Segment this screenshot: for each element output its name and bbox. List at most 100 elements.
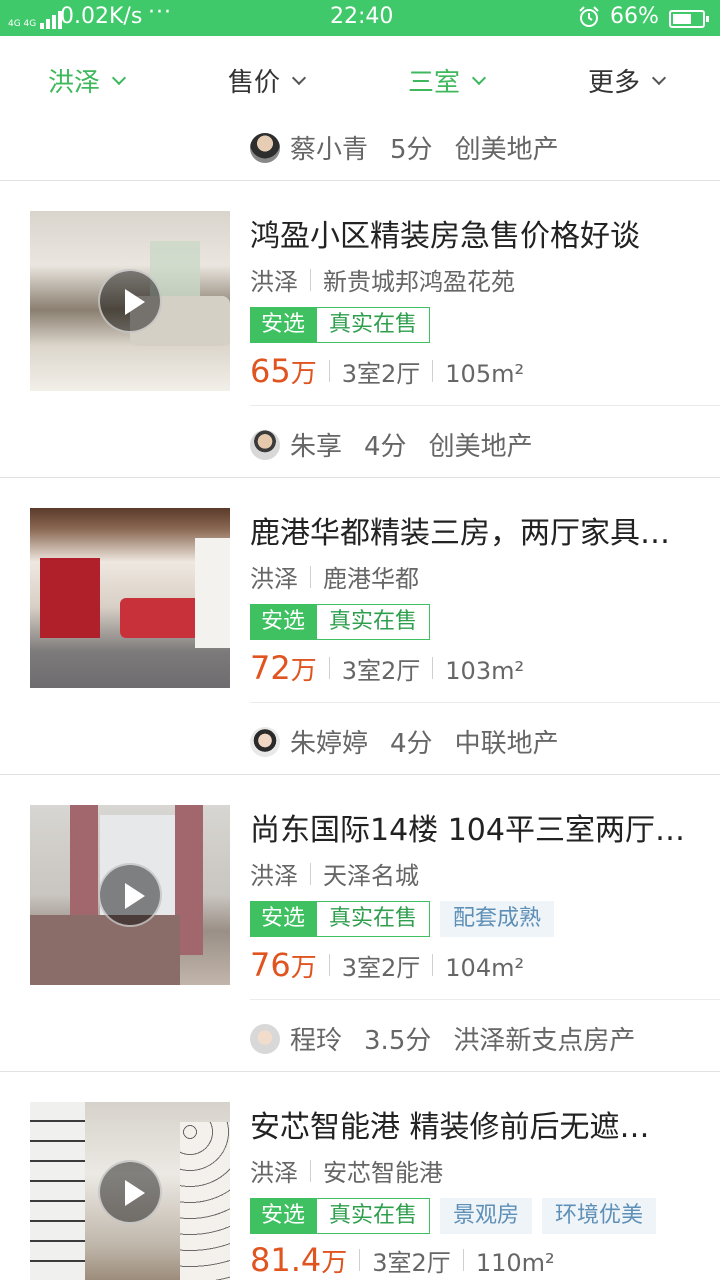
clock: 22:40 [330, 4, 394, 29]
agent-score: 3.5分 [364, 1026, 432, 1056]
listing-area: 110m² [475, 1249, 555, 1277]
listing-location: 洪泽 天泽名城 [250, 856, 419, 891]
listing-location: 洪泽 鹿港华都 [250, 559, 419, 594]
listing-photo[interactable] [30, 1102, 230, 1280]
chevron-down-icon [111, 70, 127, 85]
price-unit: 万 [290, 656, 317, 686]
status-bar: 4G 4G 0.02K/s ··· 22:40 66% [0, 0, 720, 36]
listing-district: 洪泽 [250, 862, 298, 890]
filter-rooms[interactable]: 三室 [408, 62, 487, 99]
listing-district: 洪泽 [250, 565, 298, 593]
avatar [250, 1023, 280, 1054]
price-unit: 万 [321, 1248, 348, 1278]
filter-price[interactable]: 售价 [228, 62, 307, 99]
avatar [250, 726, 280, 757]
listing-price: 76 [250, 946, 291, 984]
agent-company: 创美地产 [454, 135, 559, 165]
listing-community: 天泽名城 [323, 862, 419, 890]
listing-tags: 安选 真实在售 景观房 环境优美 [250, 1198, 657, 1234]
divider [0, 1071, 720, 1072]
agent-row[interactable]: 蔡小青 5分 创美地产 [250, 129, 559, 166]
tag-real-sale: 真实在售 [316, 604, 431, 640]
chevron-down-icon [291, 70, 307, 85]
battery-icon [669, 10, 709, 28]
listing-location: 洪泽 新贵城邦鸿盈花苑 [250, 262, 515, 297]
listing-layout: 3室2厅 [341, 360, 421, 388]
filter-district[interactable]: 洪泽 [48, 62, 127, 99]
play-video-icon[interactable] [98, 269, 162, 333]
agent-name: 朱婷婷 [290, 729, 369, 759]
filter-more[interactable]: 更多 [588, 62, 667, 99]
price-unit: 万 [290, 953, 317, 983]
listing-community: 安芯智能港 [323, 1159, 443, 1187]
listing-area: 104m² [445, 954, 525, 982]
listing-layout: 3室2厅 [341, 657, 421, 685]
listing-title[interactable]: 安芯智能港 精装修前后无遮… [250, 1102, 700, 1146]
tag-real-sale: 真实在售 [316, 901, 431, 937]
listing-location: 洪泽 安芯智能港 [250, 1153, 443, 1188]
play-video-icon[interactable] [98, 1160, 162, 1224]
agent-name: 程玲 [290, 1026, 343, 1056]
agent-company: 创美地产 [428, 432, 533, 462]
listing-district: 洪泽 [250, 1159, 298, 1187]
listing-layout: 3室2厅 [372, 1249, 451, 1277]
listing-price-line: 72 万 3室2厅 103m² [250, 649, 524, 687]
filter-price-label: 售价 [228, 68, 281, 98]
agent-row[interactable]: 朱婷婷 4分 中联地产 [250, 723, 559, 760]
tag-anxuan: 安选 [250, 604, 317, 640]
avatar [250, 429, 280, 460]
listing-price: 65 [250, 352, 291, 390]
listing-layout: 3室2厅 [341, 954, 421, 982]
divider [0, 477, 720, 478]
tag-anxuan: 安选 [250, 901, 317, 937]
agent-score: 5分 [390, 135, 433, 165]
divider [250, 999, 720, 1000]
agent-score: 4分 [390, 729, 433, 759]
listing-price-line: 65 万 3室2厅 105m² [250, 352, 524, 390]
filter-more-label: 更多 [588, 68, 641, 98]
tag-real-sale: 真实在售 [316, 307, 431, 343]
agent-row[interactable]: 朱享 4分 创美地产 [250, 426, 533, 463]
signal-icon: 4G 4G [8, 7, 63, 29]
tag-anxuan: 安选 [250, 307, 317, 343]
price-unit: 万 [290, 359, 317, 389]
battery-percent: 66% [610, 4, 659, 29]
listing-title[interactable]: 鹿港华都精装三房，两厅家具… [250, 508, 700, 552]
tag-feature: 环境优美 [542, 1198, 657, 1234]
listing-title[interactable]: 鸿盈小区精装房急售价格好谈 [250, 211, 700, 255]
listing-area: 105m² [445, 360, 525, 388]
listing-price-line: 76 万 3室2厅 104m² [250, 946, 524, 984]
listing-price: 81.4 [250, 1241, 322, 1279]
listing-area: 103m² [445, 657, 525, 685]
chevron-down-icon [471, 70, 487, 85]
tag-feature: 景观房 [440, 1198, 533, 1234]
divider [250, 702, 720, 703]
agent-score: 4分 [364, 432, 407, 462]
listing-tags: 安选 真实在售 [250, 604, 431, 640]
listing-community: 鹿港华都 [323, 565, 419, 593]
agent-name: 朱享 [290, 432, 343, 462]
listing-photo[interactable] [30, 508, 230, 688]
listing-tags: 安选 真实在售 [250, 307, 431, 343]
listing-photo[interactable] [30, 805, 230, 985]
divider [0, 180, 720, 181]
filter-district-label: 洪泽 [48, 68, 101, 98]
listing-district: 洪泽 [250, 268, 298, 296]
tag-real-sale: 真实在售 [316, 1198, 431, 1234]
alarm-icon [579, 6, 599, 27]
network-speed: 0.02K/s [60, 4, 143, 29]
filter-rooms-label: 三室 [408, 68, 461, 98]
agent-company: 洪泽新支点房产 [453, 1026, 636, 1056]
listing-title[interactable]: 尚东国际14楼 104平三室两厅… [250, 805, 700, 849]
listing-photo[interactable] [30, 211, 230, 391]
more-notifications-icon: ··· [148, 0, 172, 25]
agent-row[interactable]: 程玲 3.5分 洪泽新支点房产 [250, 1020, 635, 1057]
play-video-icon[interactable] [98, 863, 162, 927]
divider [250, 405, 720, 406]
listing-tags: 安选 真实在售 配套成熟 [250, 901, 555, 937]
agent-company: 中联地产 [454, 729, 559, 759]
tag-feature: 配套成熟 [440, 901, 555, 937]
avatar [250, 132, 280, 163]
listing-price: 72 [250, 649, 291, 687]
network-type: 4G 4G [8, 19, 37, 29]
